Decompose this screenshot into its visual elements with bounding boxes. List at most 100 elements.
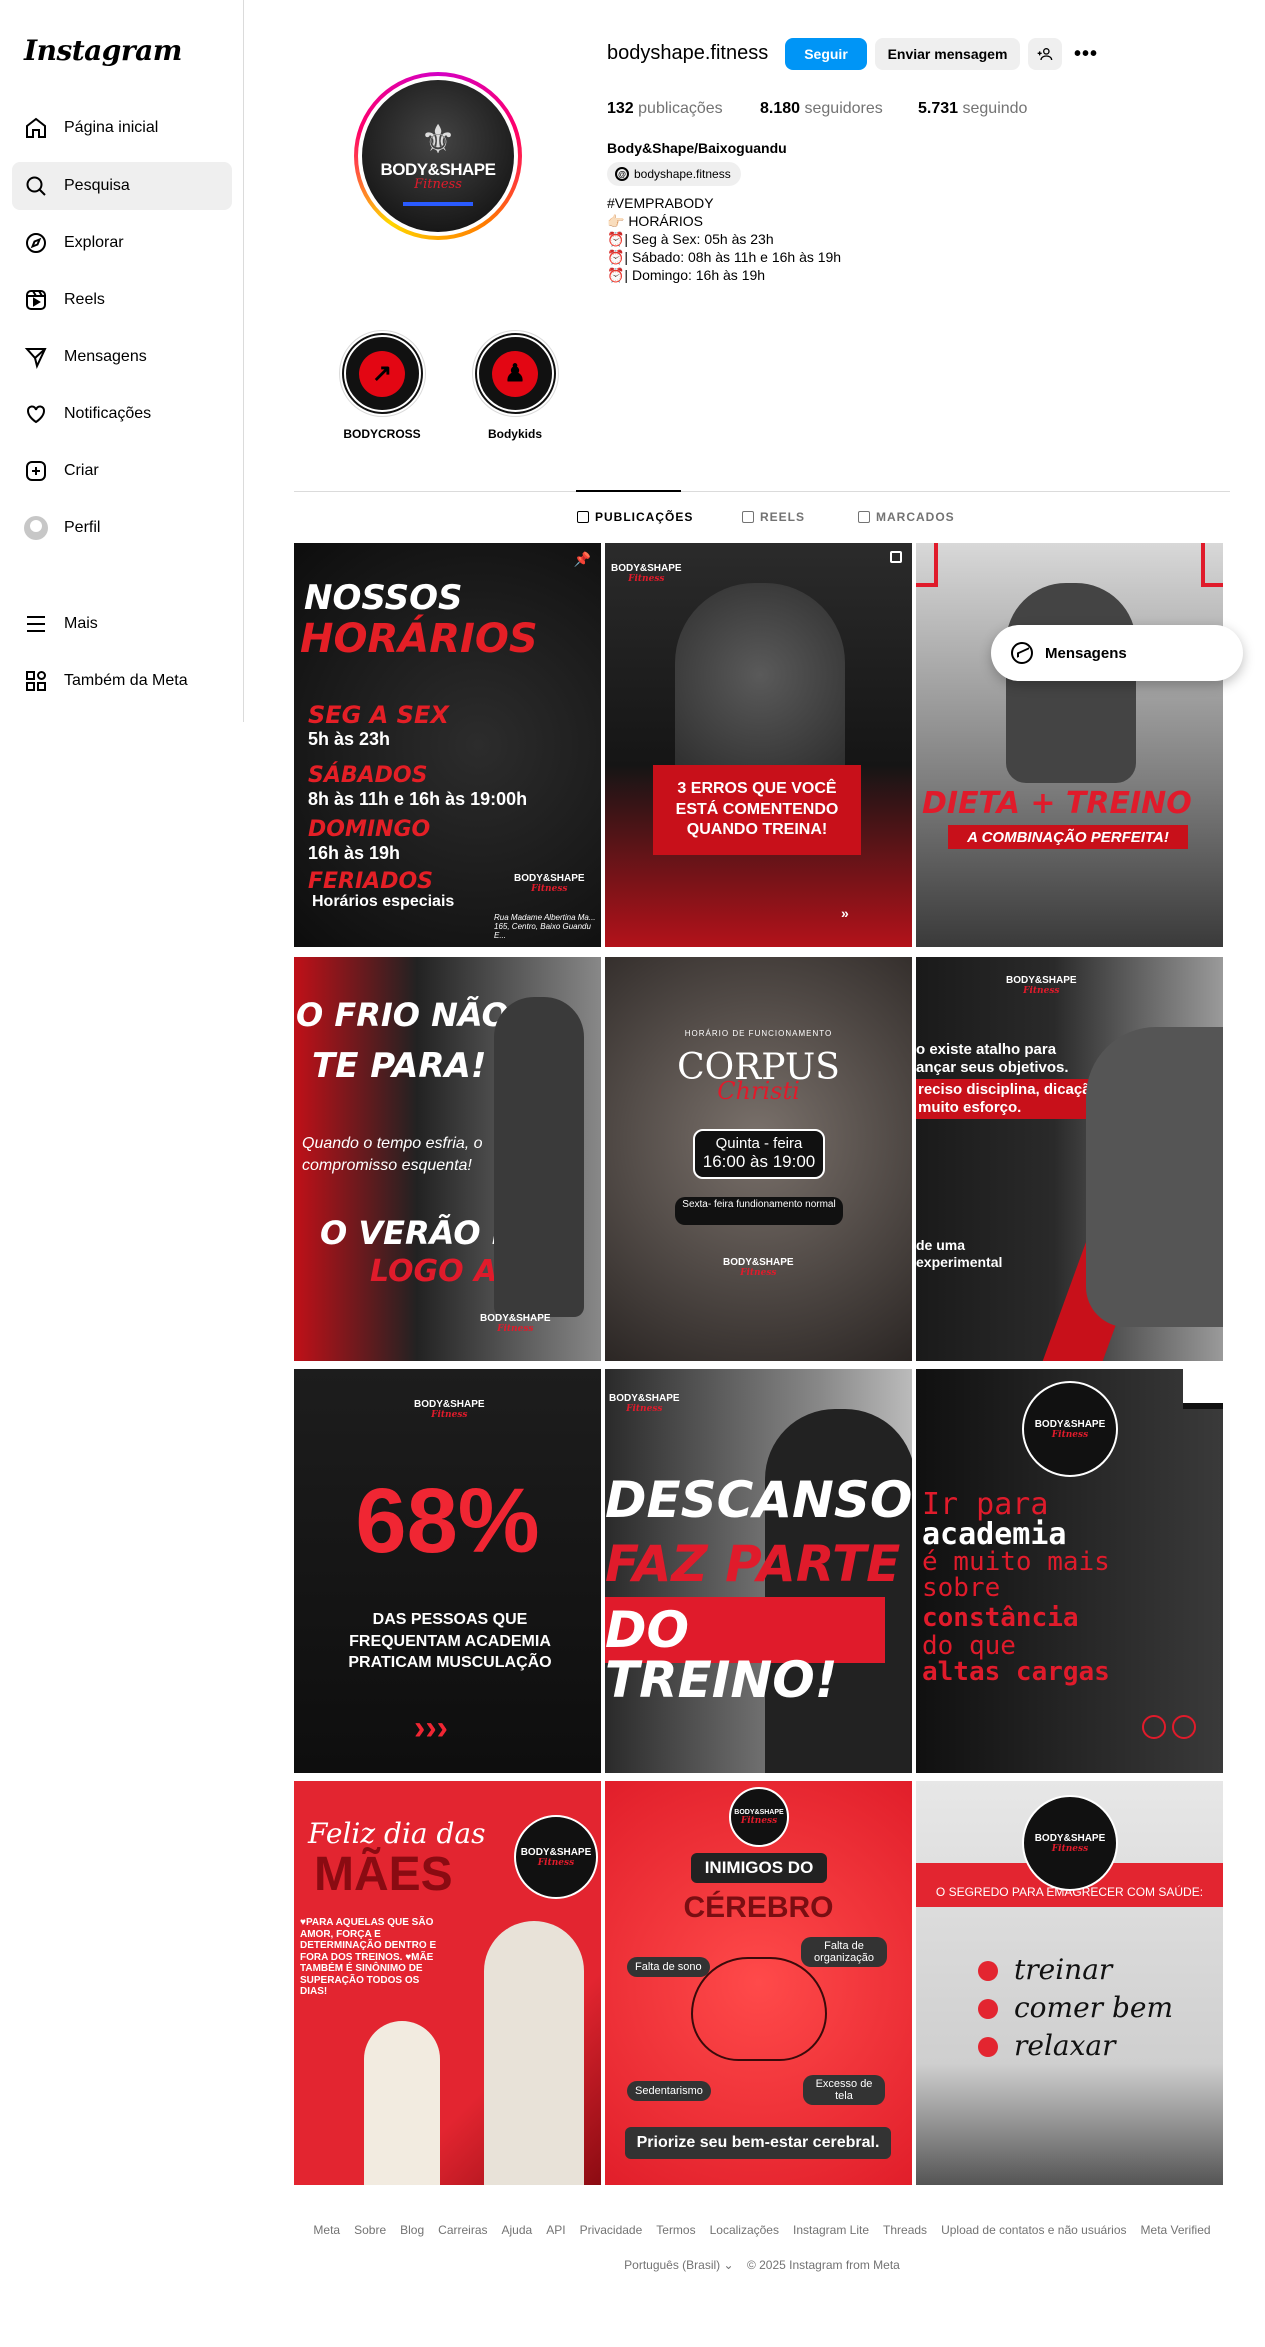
post-logo: BODY&SHAPE Fitness <box>723 1257 794 1278</box>
runner-silhouette <box>494 997 584 1317</box>
posts-count: 132 <box>607 100 634 117</box>
footer-link[interactable]: Carreiras <box>438 2223 487 2237</box>
avatar-border: ⚜ BODY&SHAPE Fitness <box>358 76 518 236</box>
logo-brand: BODY&SHAPE <box>520 1846 592 1858</box>
suggest-users-button[interactable] <box>1028 38 1062 70</box>
posts-grid: 📌 NOSSOS HORÁRIOS SEG A SEX 5h às 23h SÁ… <box>294 543 1224 2185</box>
footer-link[interactable]: Sobre <box>354 2223 386 2237</box>
brain-icon <box>691 1957 827 2061</box>
instagram-logo[interactable]: Instagram <box>24 34 182 67</box>
logo-sub: Fitness <box>431 1410 468 1420</box>
post-tile[interactable]: BODY&SHAPE Fitness 68% DAS PESSOAS QUE FR… <box>294 1369 601 1773</box>
footer-link[interactable]: Privacidade <box>580 2223 643 2237</box>
bio-line: ⏰| Domingo: 16h às 19h <box>607 267 766 283</box>
footer-link[interactable]: Meta Verified <box>1141 2223 1211 2237</box>
messages-floating-button[interactable]: Mensagens <box>991 625 1243 681</box>
post-tile[interactable]: BODY&SHAPE Fitness O SEGREDO PARA EMAGREC… <box>916 1781 1223 2185</box>
woman-silhouette <box>1006 583 1136 783</box>
post-text: altas cargas <box>922 1657 1110 1687</box>
footer-link[interactable]: Ajuda <box>502 2223 533 2237</box>
logo-sub: Fitness <box>1023 986 1060 996</box>
post-big-number: 68% <box>355 1470 540 1572</box>
footer-link[interactable]: Threads <box>883 2223 927 2237</box>
mother-silhouette <box>484 1921 584 2185</box>
sidebar-item-create[interactable]: Criar <box>12 447 232 495</box>
post-text: relaxar <box>1014 2029 1116 2062</box>
post-title: INIMIGOS DO <box>691 1853 827 1883</box>
highlight-label: BODYCROSS <box>343 427 421 441</box>
add-user-icon <box>1037 48 1053 61</box>
sidebar-item-search[interactable]: Pesquisa <box>12 162 232 210</box>
footer-link[interactable]: Meta <box>313 2223 340 2237</box>
woman-silhouette <box>1086 1027 1223 1327</box>
footer-link[interactable]: API <box>546 2223 565 2237</box>
footer-link[interactable]: Localizações <box>710 2223 779 2237</box>
footer-link[interactable]: Upload de contatos e não usuários <box>941 2223 1126 2237</box>
round-logo: BODY&SHAPE Fitness <box>1022 1795 1118 1891</box>
tab-reels[interactable]: REELS <box>742 510 805 524</box>
sidebar-item-more[interactable]: Mais <box>12 600 232 648</box>
footer-link[interactable]: Blog <box>400 2223 424 2237</box>
logo-brand: BODY&SHAPE <box>611 563 682 574</box>
post-tile[interactable]: HORÁRIO DE FUNCIONAMENTO CORPUS Christi … <box>605 957 912 1361</box>
highlight-ring: ♟ <box>471 330 559 417</box>
threads-badge[interactable]: @ bodyshape.fitness <box>607 162 741 186</box>
post-text: 16:00 às 19:00 <box>702 1152 816 1171</box>
post-text: comer bem <box>1014 1991 1173 2024</box>
footer-link[interactable]: Termos <box>656 2223 695 2237</box>
following-stat[interactable]: 5.731 seguindo <box>918 100 1027 118</box>
post-text: Sedentarismo <box>627 2081 711 2101</box>
child-silhouette <box>364 2021 440 2185</box>
post-text: 8h às 11h e 16h às 19:00h <box>308 789 528 809</box>
post-tile[interactable]: BODY&SHAPE Fitness Ir para academia é mui… <box>916 1369 1223 1773</box>
sidebar-item-reels[interactable]: Reels <box>12 276 232 324</box>
sidebar-item-messages[interactable]: Mensagens <box>12 333 232 381</box>
sidebar-item-profile[interactable]: Perfil <box>12 504 232 552</box>
post-text: Sexta- feira fundionamento normal <box>675 1197 843 1225</box>
post-text: HORÁRIO DE FUNCIONAMENTO <box>684 1029 833 1038</box>
round-logo: BODY&SHAPE Fitness <box>729 1787 789 1847</box>
followers-stat[interactable]: 8.180 seguidores <box>760 100 883 118</box>
post-tile[interactable]: BODY&SHAPE Fitness DESCANSO FAZ PARTE DO … <box>605 1369 912 1773</box>
post-tile[interactable]: BODY&SHAPE Fitness INIMIGOS DO CÉREBRO Fa… <box>605 1781 912 2185</box>
highlight-cover: ↗ <box>343 335 421 412</box>
send-message-button[interactable]: Enviar mensagem <box>875 38 1020 70</box>
logo-sub: Fitness <box>740 1815 778 1826</box>
post-tile[interactable]: 📌 NOSSOS HORÁRIOS SEG A SEX 5h às 23h SÁ… <box>294 543 601 947</box>
follow-button[interactable]: Seguir <box>785 38 867 70</box>
sidebar-item-label: Explorar <box>64 234 124 251</box>
bio-line: ⏰| Sábado: 08h às 11h e 16h às 19h <box>607 249 842 265</box>
sidebar-item-label: Página inicial <box>64 119 159 136</box>
more-options-button[interactable]: ••• <box>1070 38 1102 70</box>
arrow-circle-icon <box>1142 1715 1166 1739</box>
tab-posts[interactable]: PUBLICAÇÕES <box>577 510 693 524</box>
post-tile[interactable]: BODY&SHAPE Fitness o existe atalho para a… <box>916 957 1223 1361</box>
post-title: DO TREINO! <box>605 1601 838 1709</box>
footer-link[interactable]: Instagram Lite <box>793 2223 869 2237</box>
sidebar-item-explore[interactable]: Explorar <box>12 219 232 267</box>
profile-avatar[interactable]: ⚜ BODY&SHAPE Fitness <box>354 72 522 240</box>
arrow-circle-icon <box>1172 1715 1196 1739</box>
sidebar-item-notifications[interactable]: Notificações <box>12 390 232 438</box>
post-text: DAS PESSOAS QUE FREQUENTAM ACADEMIA PRAT… <box>348 1611 552 1672</box>
post-tile[interactable]: Feliz dia das MÃES BODY&SHAPE Fitness ♥PA… <box>294 1781 601 2185</box>
sidebar-item-meta[interactable]: Também da Meta <box>12 657 232 705</box>
post-logo: BODY&SHAPE Fitness <box>414 1399 485 1420</box>
compass-icon <box>26 233 46 253</box>
avatar-sub-text: Fitness <box>414 177 462 192</box>
grid-icon <box>26 671 46 691</box>
post-logo: BODY&SHAPE Fitness <box>1035 1833 1106 1854</box>
language-selector[interactable]: Português (Brasil) <box>624 2258 720 2272</box>
post-tile[interactable]: O FRIO NÃO TE PARA! Quando o tempo esfri… <box>294 957 601 1361</box>
highlight-bodycross[interactable]: ↗ BODYCROSS <box>337 330 427 441</box>
tab-label: MARCADOS <box>876 510 955 524</box>
tab-tagged[interactable]: MARCADOS <box>858 510 955 524</box>
logo-sub: Fitness <box>531 884 568 894</box>
post-tile[interactable]: DIETA + TREINO A COMBINAÇÃO PERFEITA! <box>916 543 1223 947</box>
avatar-stripe <box>403 202 473 206</box>
highlight-bodykids[interactable]: ♟ Bodykids <box>470 330 560 441</box>
tabs-divider <box>294 491 1230 492</box>
sidebar-item-home[interactable]: Página inicial <box>12 104 232 152</box>
post-tile[interactable]: BODY&SHAPE Fitness 3 ERROS QUE VOCÊ ESTÁ … <box>605 543 912 947</box>
post-text: Quinta - feira <box>715 1135 803 1152</box>
